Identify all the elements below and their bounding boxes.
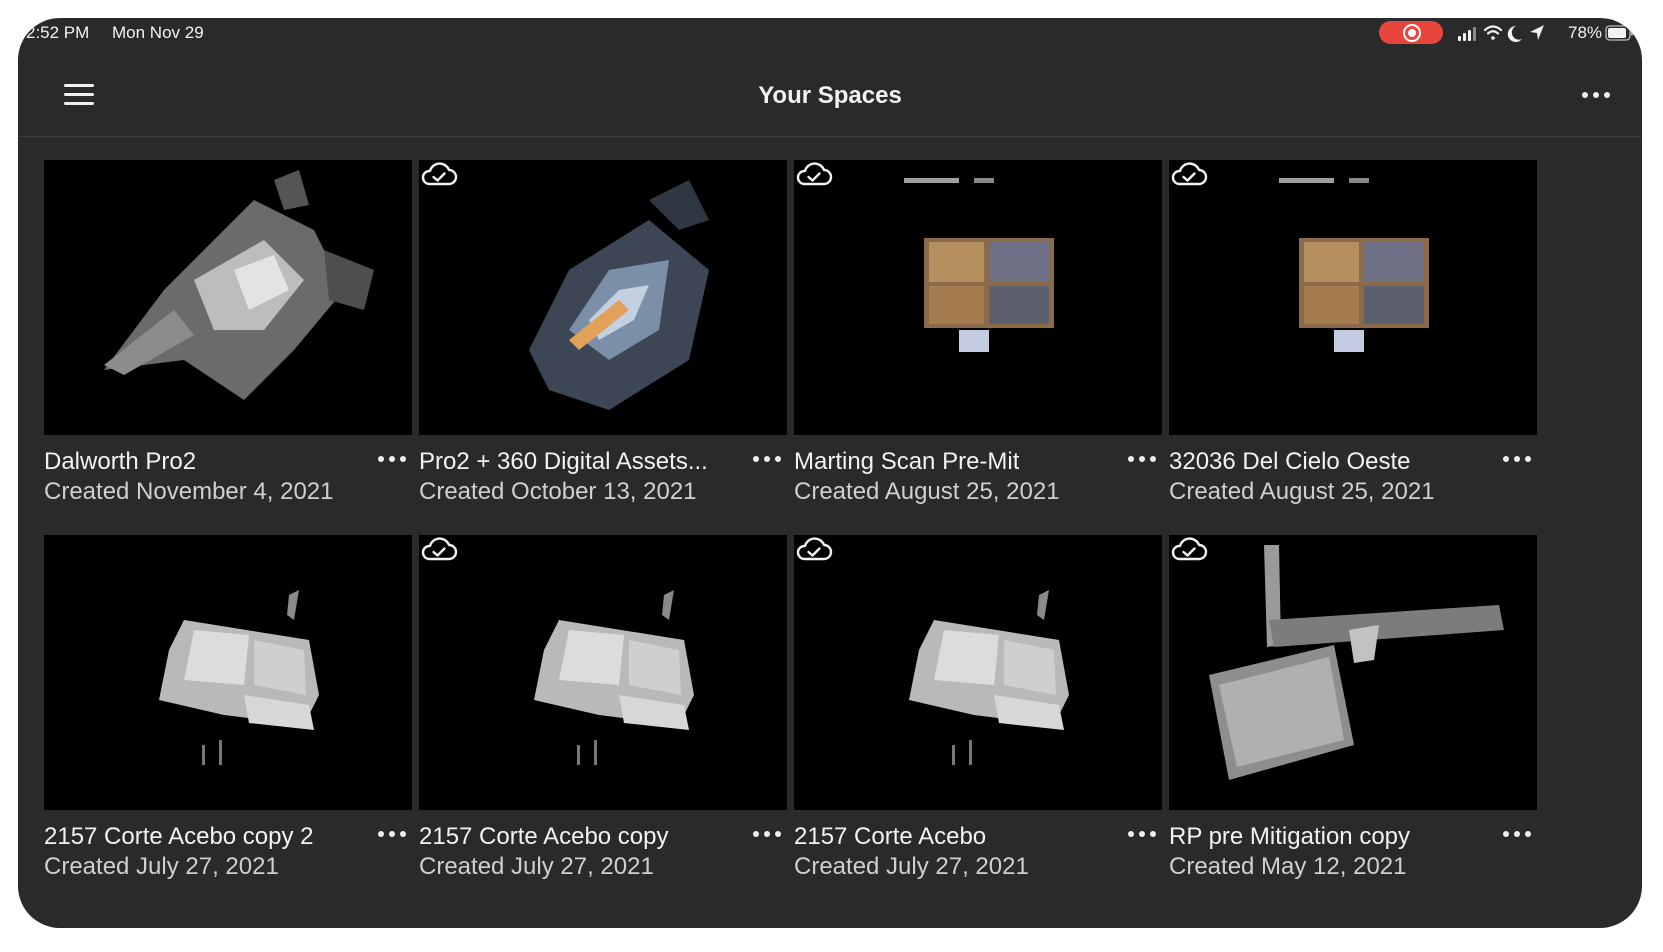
space-more-options-icon[interactable] bbox=[1128, 456, 1158, 466]
space-thumbnail[interactable] bbox=[419, 160, 787, 435]
space-title: 2157 Corte Acebo copy bbox=[419, 823, 669, 850]
cloud-synced-icon bbox=[796, 162, 833, 186]
space-thumbnail[interactable] bbox=[1169, 160, 1537, 435]
space-more-options-icon[interactable] bbox=[1503, 831, 1533, 841]
space-thumbnail[interactable] bbox=[44, 535, 412, 810]
space-card[interactable]: Dalworth Pro2 Created November 4, 2021 bbox=[44, 160, 412, 505]
space-created-date: Created August 25, 2021 bbox=[794, 478, 1060, 505]
space-more-options-icon[interactable] bbox=[1503, 456, 1533, 466]
space-title: 32036 Del Cielo Oeste bbox=[1169, 448, 1411, 475]
space-preview-image bbox=[534, 590, 694, 765]
space-title: 2157 Corte Acebo bbox=[794, 823, 987, 850]
space-title: RP pre Mitigation copy bbox=[1169, 823, 1411, 850]
cloud-synced-icon bbox=[796, 537, 833, 561]
space-preview-image bbox=[104, 170, 374, 400]
space-more-options-icon[interactable] bbox=[753, 831, 783, 841]
space-more-options-icon[interactable] bbox=[378, 831, 408, 841]
cloud-synced-icon bbox=[421, 162, 458, 186]
space-thumbnail[interactable] bbox=[44, 160, 412, 435]
space-preview-image bbox=[1209, 545, 1504, 780]
space-title: Pro2 + 360 Digital Assets... bbox=[419, 448, 708, 475]
space-preview-image bbox=[529, 180, 709, 410]
cloud-synced-icon bbox=[421, 537, 458, 561]
space-more-options-icon[interactable] bbox=[378, 456, 408, 466]
space-thumbnail[interactable] bbox=[1169, 535, 1537, 810]
space-preview-image bbox=[904, 178, 1054, 352]
space-more-options-icon[interactable] bbox=[1128, 831, 1158, 841]
space-thumbnail[interactable] bbox=[419, 535, 787, 810]
space-created-date: Created July 27, 2021 bbox=[419, 853, 654, 880]
space-title: 2157 Corte Acebo copy 2 bbox=[44, 823, 314, 850]
space-created-date: Created July 27, 2021 bbox=[794, 853, 1029, 880]
space-card[interactable]: 2157 Corte Acebo copy 2 Created July 27, … bbox=[44, 535, 412, 880]
ipad-screen: 2:52 PM Mon Nov 29 78% Your Spaces Dalwo… bbox=[18, 18, 1642, 928]
space-card[interactable]: 2157 Corte Acebo copy Created July 27, 20… bbox=[419, 535, 787, 880]
space-created-date: Created October 13, 2021 bbox=[419, 478, 697, 505]
space-card[interactable]: Marting Scan Pre-Mit Created August 25, 2… bbox=[794, 160, 1162, 505]
space-more-options-icon[interactable] bbox=[753, 456, 783, 466]
space-title: Marting Scan Pre-Mit bbox=[794, 448, 1020, 475]
space-preview-image bbox=[909, 590, 1069, 765]
space-title: Dalworth Pro2 bbox=[44, 448, 197, 475]
space-card[interactable]: Pro2 + 360 Digital Assets... Created Octo… bbox=[419, 160, 787, 505]
cloud-synced-icon bbox=[1171, 162, 1208, 186]
space-created-date: Created November 4, 2021 bbox=[44, 478, 334, 505]
space-created-date: Created August 25, 2021 bbox=[1169, 478, 1435, 505]
space-created-date: Created May 12, 2021 bbox=[1169, 853, 1407, 880]
space-card[interactable]: 2157 Corte Acebo Created July 27, 2021 bbox=[794, 535, 1162, 880]
cloud-synced-icon bbox=[1171, 537, 1208, 561]
spaces-grid: Dalworth Pro2 Created November 4, 2021 Pro… bbox=[18, 18, 1642, 928]
space-card[interactable]: RP pre Mitigation copy Created May 12, 20… bbox=[1169, 535, 1537, 880]
space-created-date: Created July 27, 2021 bbox=[44, 853, 279, 880]
space-preview-image bbox=[1279, 178, 1429, 352]
space-card[interactable]: 32036 Del Cielo Oeste Created August 25, … bbox=[1169, 160, 1537, 505]
space-thumbnail[interactable] bbox=[794, 160, 1162, 435]
space-preview-image bbox=[159, 590, 319, 765]
space-thumbnail[interactable] bbox=[794, 535, 1162, 810]
